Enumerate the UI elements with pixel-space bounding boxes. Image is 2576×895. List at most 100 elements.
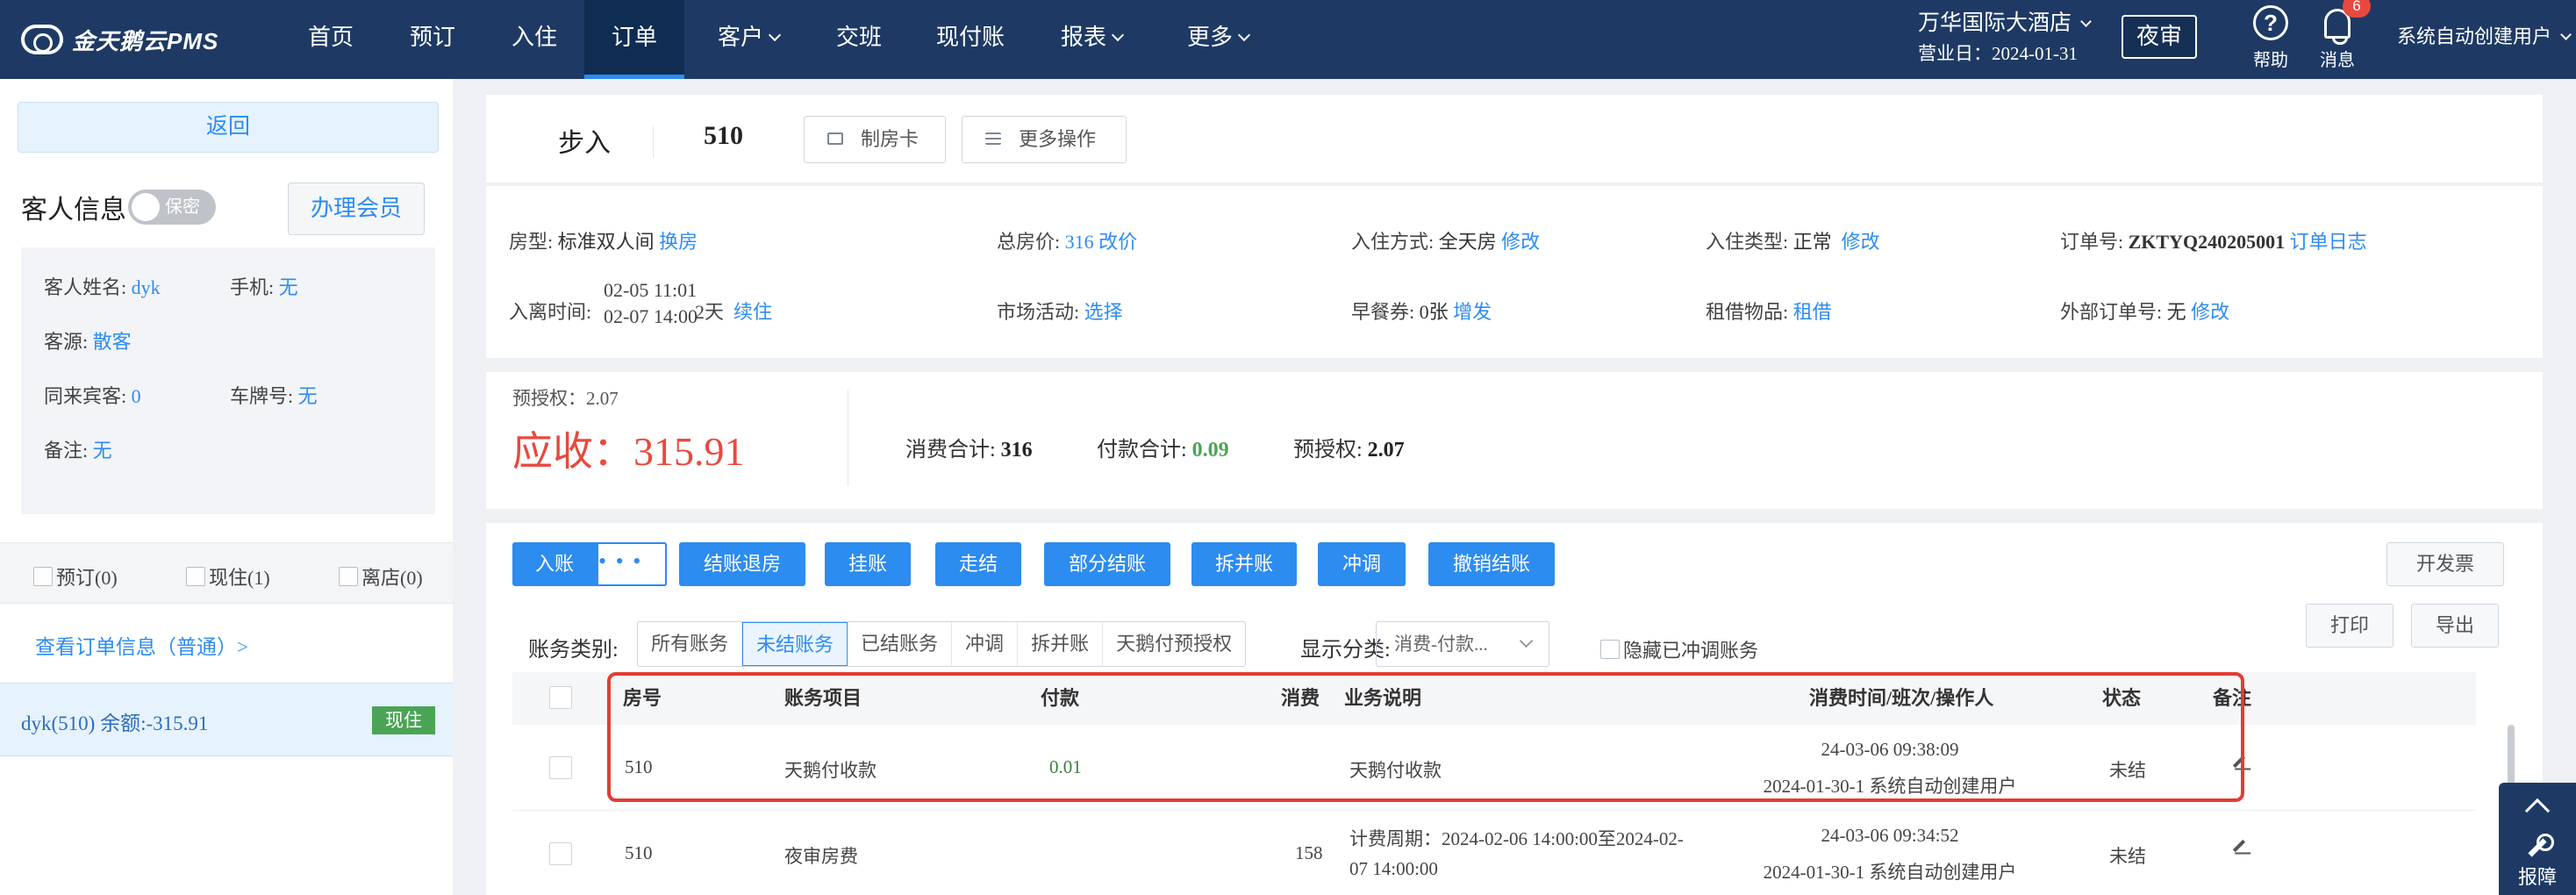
room-number: 510 (704, 121, 743, 150)
walk-settle-button[interactable]: 走结 (935, 542, 1021, 586)
stay-period-label: 入离时间: (509, 301, 592, 323)
checkout-button[interactable]: 结账退房 (679, 542, 805, 586)
chevron-up-icon (2524, 798, 2551, 824)
app-logo[interactable]: 金天鹅云PMS (21, 21, 218, 58)
balance-summary: 预授权：2.07 应收：315.91 消费合计: 316 付款合计: 0.09 … (486, 372, 2543, 509)
print-button[interactable]: 打印 (2306, 604, 2394, 648)
row-description: 计费周期：2024-02-06 14:00:00至2024-02- (1349, 828, 1684, 849)
table-row[interactable]: 510 夜审房费 158 计费周期：2024-02-06 14:00:00至20… (512, 813, 2476, 895)
hide-reversed-checkbox[interactable]: 隐藏已冲调账务 (1600, 635, 1758, 663)
hotel-selector[interactable]: 万华国际大酒店 营业日：2024-01-31 (1918, 9, 2093, 68)
checkbox[interactable] (1600, 640, 1620, 659)
reverse-button[interactable]: 冲调 (1318, 542, 1406, 586)
guest-name-value[interactable]: dyk (132, 276, 161, 298)
scrollbar[interactable] (2508, 725, 2515, 786)
category-preauth[interactable]: 天鹅付预授权 (1103, 622, 1245, 666)
hang-account-button[interactable]: 挂账 (825, 542, 911, 586)
checkbox[interactable] (186, 567, 205, 586)
chevron-down-icon (2559, 29, 2572, 40)
nav-more[interactable]: 更多 (1176, 0, 1260, 79)
nav-customers[interactable]: 客户 (702, 0, 795, 79)
nav-home[interactable]: 首页 (290, 0, 372, 79)
companions-value[interactable]: 0 (132, 385, 141, 407)
select-market-link[interactable]: 选择 (1084, 301, 1123, 323)
row-item: 夜审房费 (784, 846, 858, 867)
ledger-panel: 入账 • • • 结账退房 挂账 走结 部分结账 拆并账 冲调 撤销结账 开发票… (486, 523, 2543, 895)
category-split-merge[interactable]: 拆并账 (1018, 622, 1104, 666)
view-order-link[interactable]: 查看订单信息（普通）> (35, 630, 248, 660)
nav-checkin[interactable]: 入住 (493, 0, 576, 79)
privacy-toggle[interactable]: 保密 (128, 190, 216, 225)
edit-external-order-link[interactable]: 修改 (2191, 301, 2229, 323)
external-order-field: 外部订单号: 无 修改 (2060, 301, 2230, 323)
night-audit-button[interactable]: 夜审 (2122, 15, 2197, 59)
filter-reserved[interactable]: 预订(0) (33, 562, 118, 591)
row-consume: 158 (1295, 842, 1323, 863)
partial-settle-button[interactable]: 部分结账 (1044, 542, 1170, 586)
payment-total: 付款合计: 0.09 (1097, 439, 1229, 462)
source-value[interactable]: 散客 (93, 331, 132, 353)
issue-breakfast-link[interactable]: 增发 (1453, 301, 1492, 323)
category-unsettled[interactable]: 未结账务 (742, 622, 848, 666)
back-button[interactable]: 返回 (18, 102, 439, 153)
nav-shift[interactable]: 交班 (818, 0, 900, 79)
user-name: 系统自动创建用户 (2397, 25, 2552, 47)
row-description-cont: 07 14:00:00 (1349, 858, 1438, 879)
make-room-card-button[interactable]: 制房卡 (804, 116, 946, 163)
edit-icon[interactable] (2232, 839, 2246, 853)
room-list-item[interactable]: dyk(510) 余额:-315.91 现住 (0, 683, 453, 756)
row-checkbox[interactable] (549, 842, 572, 865)
remark-value[interactable]: 无 (93, 440, 112, 462)
post-charge-button[interactable]: 入账 • • • (512, 542, 667, 586)
row-checkbox[interactable] (549, 756, 572, 779)
undo-settle-button[interactable]: 撤销结账 (1428, 542, 1555, 586)
messages-button[interactable]: 6 消息 (2311, 0, 2371, 71)
breakfast-field: 早餐券: 0张 增发 (1351, 301, 1492, 323)
checkin-type-field: 入住类型: 正常 修改 (1706, 231, 1880, 253)
invoice-button[interactable]: 开发票 (2386, 542, 2504, 586)
change-room-link[interactable]: 换房 (659, 231, 698, 253)
filter-departed[interactable]: 离店(0) (339, 562, 423, 591)
nav-cash-account[interactable]: 现付账 (925, 0, 1016, 79)
order-header: 步入 510 制房卡 更多操作 (486, 95, 2543, 183)
display-select[interactable]: 消费-付款... (1376, 621, 1549, 667)
nav-booking[interactable]: 预订 (391, 0, 474, 79)
nav-reports[interactable]: 报表 (1049, 0, 1134, 79)
report-issue-button[interactable]: 报障 (2499, 783, 2576, 895)
remark-field: 备注: 无 (44, 440, 112, 462)
category-settled[interactable]: 已结账务 (848, 622, 953, 666)
row-shift-operator: 2024-01-30-1 系统自动创建用户 (1763, 862, 2017, 883)
change-price-link[interactable]: 改价 (1098, 231, 1137, 253)
phone-value[interactable]: 无 (279, 276, 298, 298)
plate-field: 车牌号: 无 (230, 385, 318, 407)
rental-link[interactable]: 租借 (1793, 301, 1832, 323)
category-all[interactable]: 所有账务 (638, 622, 743, 666)
checkbox[interactable] (33, 567, 53, 586)
more-actions-button[interactable]: • • • (597, 542, 667, 586)
list-icon (985, 132, 1001, 145)
row-time: 24-03-06 09:34:52 (1821, 825, 1959, 846)
export-button[interactable]: 导出 (2411, 604, 2499, 648)
wrench-icon (2526, 834, 2554, 858)
edit-checkin-type-link[interactable]: 修改 (1842, 231, 1880, 253)
order-log-link[interactable]: 订单日志 (2290, 231, 2367, 253)
category-reversed[interactable]: 冲调 (952, 622, 1019, 666)
edit-checkin-mode-link[interactable]: 修改 (1501, 231, 1540, 253)
stay-dates: 02-05 11:01 02-07 14:00 (604, 279, 698, 327)
guest-name-field: 客人姓名: dyk (44, 276, 161, 298)
room-type-field: 房型: 标准双人间 换房 (509, 231, 698, 253)
order-number-field: 订单号: ZKTYQ240205001 订单日志 (2060, 231, 2367, 253)
plate-value[interactable]: 无 (298, 385, 318, 407)
folder-icon (827, 132, 843, 145)
nav-orders[interactable]: 订单 (584, 0, 684, 79)
select-all-checkbox[interactable] (549, 686, 572, 709)
split-merge-button[interactable]: 拆并账 (1191, 542, 1297, 586)
help-button[interactable]: ? 帮助 (2244, 5, 2297, 71)
extend-stay-link[interactable]: 续住 (733, 301, 772, 323)
more-operations-button[interactable]: 更多操作 (962, 116, 1127, 163)
help-label: 帮助 (2253, 51, 2288, 70)
filter-in-house[interactable]: 现住(1) (186, 562, 270, 591)
register-member-button[interactable]: 办理会员 (288, 183, 425, 235)
user-menu[interactable]: 系统自动创建用户 (2397, 21, 2572, 49)
checkbox[interactable] (339, 567, 358, 586)
